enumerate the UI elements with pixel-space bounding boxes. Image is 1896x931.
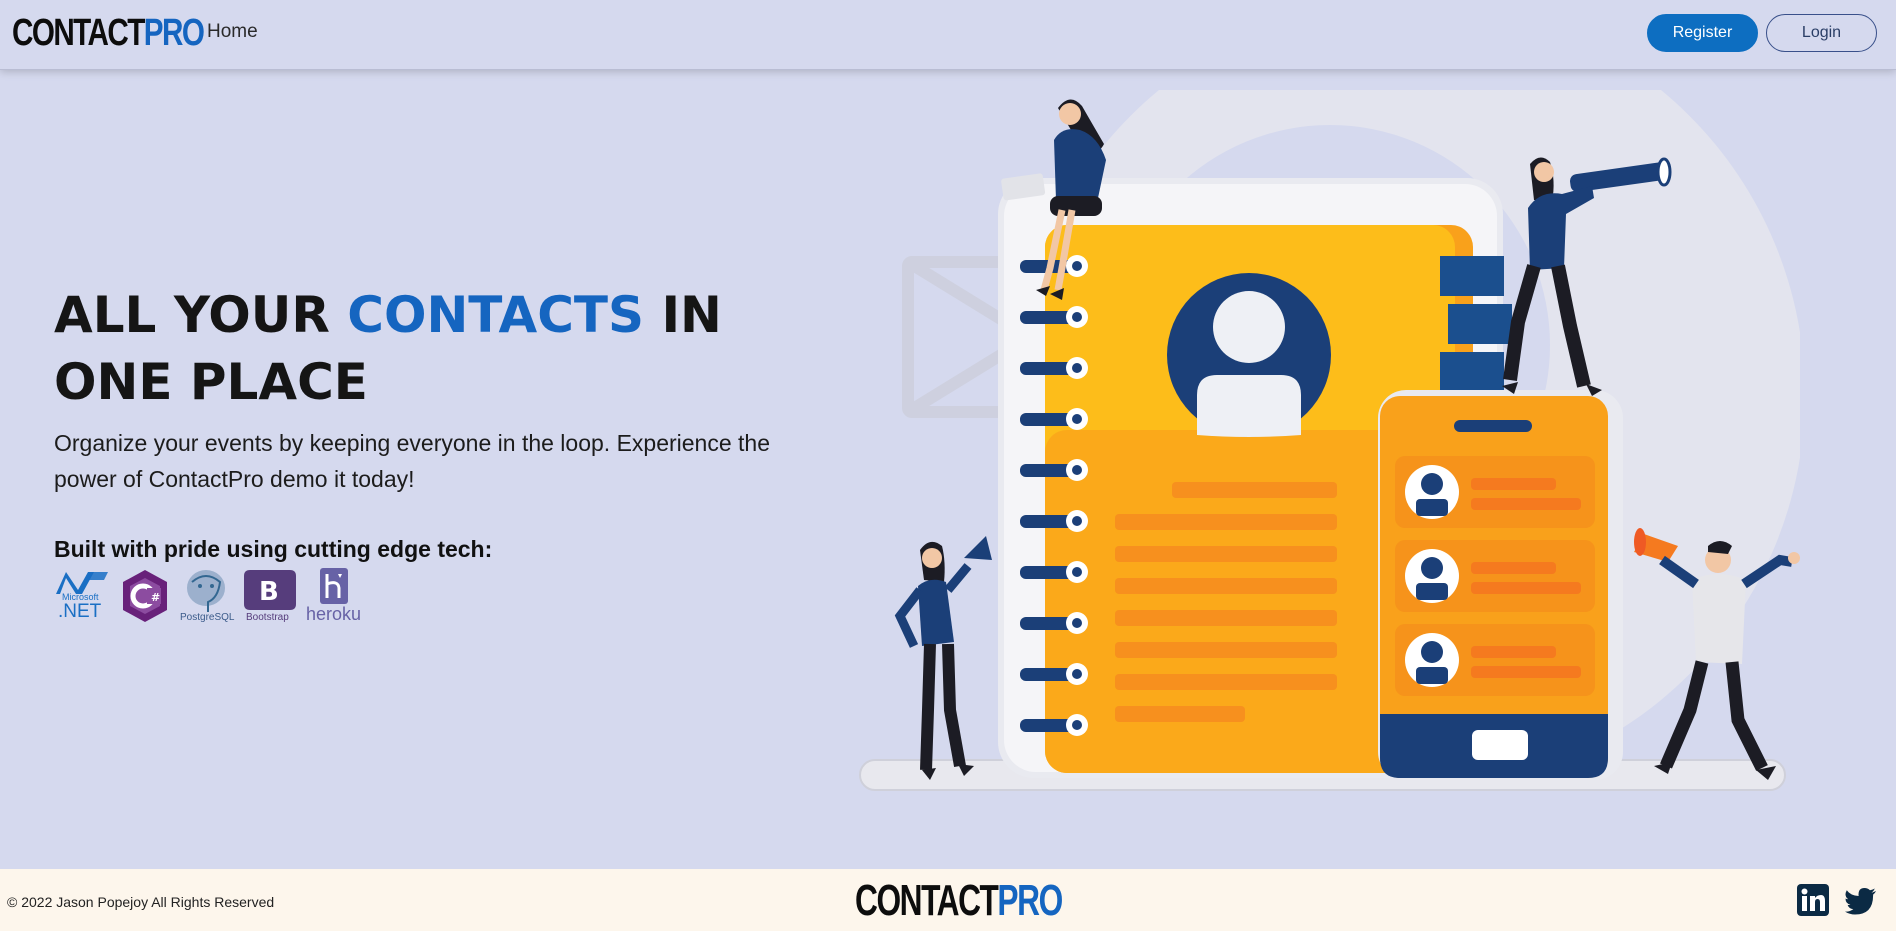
- footer-brand-part1: CONTACT: [855, 876, 999, 925]
- heroku-icon: heroku: [302, 568, 364, 628]
- bootstrap-icon: B Bootstrap: [242, 568, 298, 628]
- svg-text:#: #: [151, 591, 160, 604]
- hero-title-part1: ALL YOUR: [54, 286, 348, 344]
- footer-brand-part2: PRO: [997, 876, 1063, 925]
- brand-logo[interactable]: CONTACTPRO: [12, 12, 205, 54]
- page-footer: © 2022 Jason Popejoy All Rights Reserved…: [0, 869, 1896, 931]
- nav-home-link[interactable]: Home: [207, 21, 258, 43]
- dotnet-icon: Microsoft .NET: [54, 568, 110, 628]
- footer-brand-logo[interactable]: CONTACTPRO: [855, 876, 1063, 925]
- svg-text:B: B: [259, 577, 279, 607]
- brand-logo-part1: CONTACT: [12, 12, 145, 54]
- phone-device: [1378, 390, 1623, 780]
- linkedin-icon[interactable]: [1797, 884, 1829, 921]
- built-with-heading: Built with pride using cutting edge tech…: [54, 536, 493, 562]
- csharp-icon: #: [120, 568, 170, 624]
- postgresql-icon: PostgreSQL: [178, 568, 234, 628]
- brand-logo-part2: PRO: [143, 12, 205, 54]
- dotnet-caption: .NET: [58, 601, 102, 622]
- hero-title: ALL YOUR CONTACTS IN ONE PLACE: [54, 282, 794, 416]
- top-navbar: CONTACTPRO Home Register Login: [0, 0, 1896, 70]
- hero-illustration: [850, 0, 1805, 800]
- login-button[interactable]: Login: [1766, 14, 1877, 52]
- footer-copyright: © 2022 Jason Popejoy All Rights Reserved: [7, 894, 275, 910]
- woman-megaphone-figure: [894, 536, 992, 780]
- bootstrap-caption: Bootstrap: [246, 612, 289, 623]
- postgresql-caption: PostgreSQL: [180, 612, 235, 623]
- hero-subtitle: Organize your events by keeping everyone…: [54, 430, 770, 492]
- profile-avatar-icon: [1167, 273, 1331, 437]
- heroku-caption: heroku: [306, 604, 362, 624]
- hero-title-accent: CONTACTS: [347, 286, 645, 344]
- register-button[interactable]: Register: [1647, 14, 1758, 52]
- twitter-icon[interactable]: [1845, 887, 1877, 920]
